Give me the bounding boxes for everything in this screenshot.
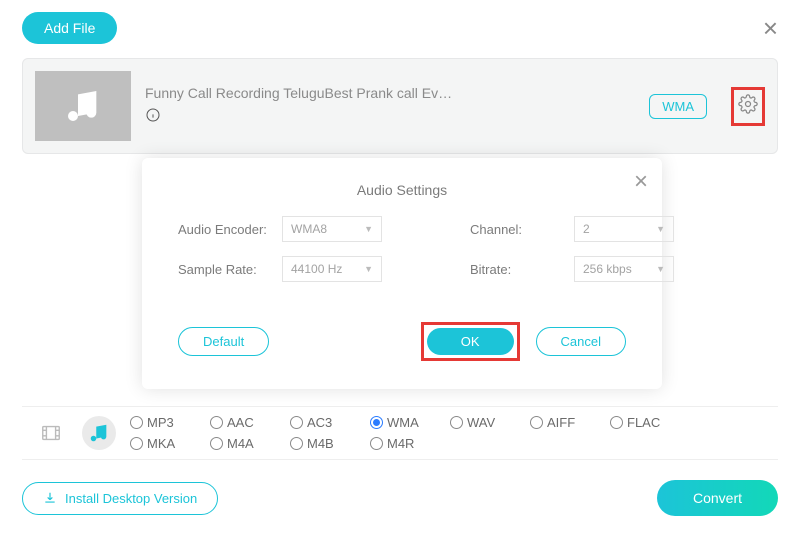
radio-icon	[530, 416, 543, 429]
format-label: MKA	[147, 436, 175, 451]
format-option-wma[interactable]: WMA	[370, 415, 450, 430]
file-thumbnail	[35, 71, 131, 141]
format-label: AAC	[227, 415, 254, 430]
channel-dropdown[interactable]: 2▼	[574, 216, 674, 242]
gear-icon[interactable]	[738, 94, 758, 119]
format-label: AC3	[307, 415, 332, 430]
radio-icon	[450, 416, 463, 429]
chevron-down-icon: ▼	[364, 264, 373, 274]
info-icon[interactable]	[145, 107, 635, 128]
format-label: WAV	[467, 415, 495, 430]
encoder-dropdown[interactable]: WMA8▼	[282, 216, 382, 242]
sample-rate-label: Sample Rate:	[178, 262, 268, 277]
download-icon	[43, 491, 57, 505]
format-label: MP3	[147, 415, 174, 430]
format-label: M4R	[387, 436, 414, 451]
file-title: Funny Call Recording TeluguBest Prank ca…	[145, 85, 635, 101]
modal-title: Audio Settings	[178, 182, 626, 198]
format-bar: MP3 AAC AC3 WMA WAV AIFF FLAC MKA M4A M4B M4R	[22, 406, 778, 460]
install-desktop-button[interactable]: Install Desktop Version	[22, 482, 218, 515]
format-option-m4b[interactable]: M4B	[290, 436, 370, 451]
format-badge[interactable]: WMA	[649, 94, 707, 119]
format-label: M4A	[227, 436, 254, 451]
ok-button[interactable]: OK	[427, 328, 514, 355]
format-option-m4r[interactable]: M4R	[370, 436, 450, 451]
format-option-aac[interactable]: AAC	[210, 415, 290, 430]
radio-icon	[290, 416, 303, 429]
format-option-ac3[interactable]: AC3	[290, 415, 370, 430]
audio-tab-icon[interactable]	[82, 416, 116, 450]
radio-icon	[210, 416, 223, 429]
chevron-down-icon: ▼	[364, 224, 373, 234]
cancel-button[interactable]: Cancel	[536, 327, 626, 356]
radio-icon	[370, 416, 383, 429]
encoder-label: Audio Encoder:	[178, 222, 268, 237]
ok-highlight: OK	[421, 322, 520, 361]
format-label: M4B	[307, 436, 334, 451]
add-file-button[interactable]: Add File	[22, 12, 117, 44]
format-option-mp3[interactable]: MP3	[130, 415, 210, 430]
radio-icon	[130, 437, 143, 450]
settings-highlight	[731, 87, 765, 126]
format-option-m4a[interactable]: M4A	[210, 436, 290, 451]
radio-icon	[210, 437, 223, 450]
chevron-down-icon: ▼	[656, 264, 665, 274]
video-tab-icon[interactable]	[34, 416, 68, 450]
modal-close-icon[interactable]: ×	[634, 168, 648, 196]
radio-icon	[370, 437, 383, 450]
radio-icon	[290, 437, 303, 450]
radio-icon	[130, 416, 143, 429]
bitrate-label: Bitrate:	[470, 262, 560, 277]
format-label: FLAC	[627, 415, 660, 430]
channel-label: Channel:	[470, 222, 560, 237]
chevron-down-icon: ▼	[656, 224, 665, 234]
convert-button[interactable]: Convert	[657, 480, 778, 516]
format-option-aiff[interactable]: AIFF	[530, 415, 610, 430]
close-icon[interactable]: ×	[763, 15, 778, 41]
default-button[interactable]: Default	[178, 327, 269, 356]
music-icon	[63, 86, 103, 126]
format-label: AIFF	[547, 415, 575, 430]
format-option-flac[interactable]: FLAC	[610, 415, 690, 430]
audio-settings-modal: × Audio Settings Audio Encoder: WMA8▼ Ch…	[142, 158, 662, 389]
format-option-wav[interactable]: WAV	[450, 415, 530, 430]
sample-rate-dropdown[interactable]: 44100 Hz▼	[282, 256, 382, 282]
format-label: WMA	[387, 415, 419, 430]
file-card: Funny Call Recording TeluguBest Prank ca…	[22, 58, 778, 154]
bitrate-dropdown[interactable]: 256 kbps▼	[574, 256, 674, 282]
radio-icon	[610, 416, 623, 429]
format-option-mka[interactable]: MKA	[130, 436, 210, 451]
